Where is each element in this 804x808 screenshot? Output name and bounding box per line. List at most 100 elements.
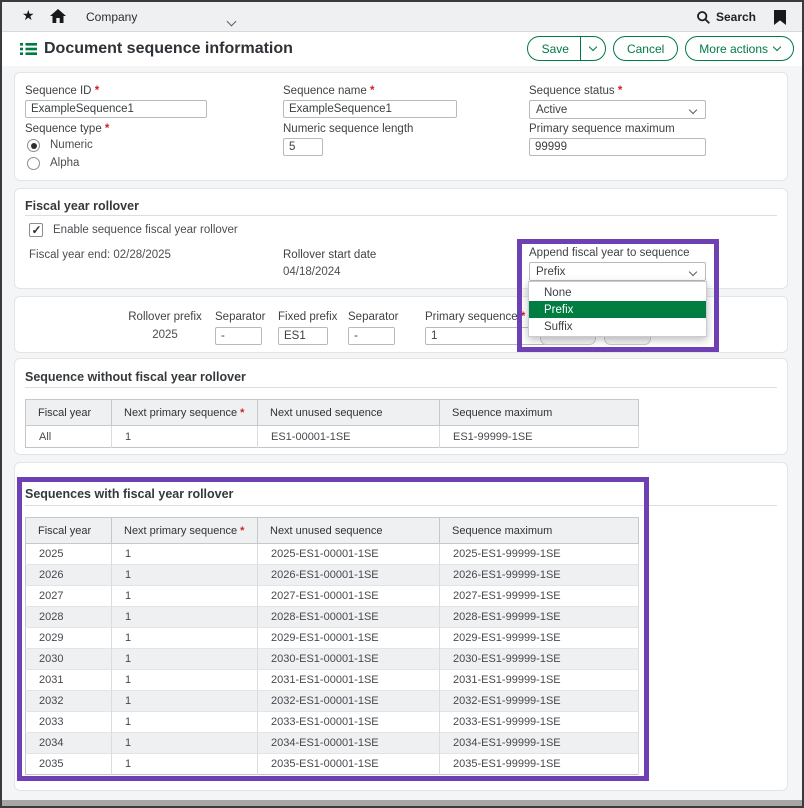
table-cell: 2025 bbox=[26, 544, 112, 565]
table-cell: 1 bbox=[112, 712, 258, 733]
separator2-input[interactable] bbox=[348, 327, 395, 345]
sequence-type-label: Sequence type bbox=[25, 123, 109, 135]
table-cell: 1 bbox=[112, 607, 258, 628]
table-cell: 2028-ES1-99999-1SE bbox=[440, 607, 639, 628]
table-cell: 1 bbox=[112, 733, 258, 754]
table-cell: 2025-ES1-00001-1SE bbox=[258, 544, 440, 565]
sequence-type-alpha-label: Alpha bbox=[50, 157, 79, 169]
enable-rollover-label: Enable sequence fiscal year rollover bbox=[53, 224, 238, 236]
home-icon[interactable] bbox=[50, 9, 66, 24]
append-fiscal-year-label: Append fiscal year to sequence bbox=[529, 247, 689, 259]
cancel-button[interactable]: Cancel bbox=[613, 36, 678, 61]
table-cell: 2030 bbox=[26, 649, 112, 670]
save-button[interactable]: Save bbox=[527, 36, 606, 61]
menu-item-none[interactable]: None bbox=[529, 284, 706, 301]
table-cell: 2030-ES1-99999-1SE bbox=[440, 649, 639, 670]
primary-sequence-maximum-input[interactable] bbox=[529, 138, 706, 156]
sequence-status-chevron-icon bbox=[689, 106, 697, 114]
table-cell: 2029-ES1-00001-1SE bbox=[258, 628, 440, 649]
column-header: Fiscal year bbox=[26, 400, 112, 426]
sequence-id-input[interactable] bbox=[25, 100, 207, 118]
enable-rollover-checkbox[interactable] bbox=[29, 223, 43, 237]
column-header: Next primary sequence * bbox=[112, 400, 258, 426]
table-cell: 2026-ES1-99999-1SE bbox=[440, 565, 639, 586]
table-cell: 2032-ES1-99999-1SE bbox=[440, 691, 639, 712]
separator1-label: Separator bbox=[215, 311, 266, 323]
menu-item-prefix[interactable]: Prefix bbox=[529, 301, 706, 318]
table-cell: 2034-ES1-99999-1SE bbox=[440, 733, 639, 754]
fixed-prefix-input[interactable] bbox=[278, 327, 328, 345]
table-row[interactable]: 202712027-ES1-00001-1SE2027-ES1-99999-1S… bbox=[26, 586, 639, 607]
company-chevron-down-icon[interactable] bbox=[228, 12, 235, 30]
table-cell: 1 bbox=[112, 649, 258, 670]
table-cell: 2028 bbox=[26, 607, 112, 628]
sequence-type-numeric-label: Numeric bbox=[50, 139, 93, 151]
table-cell: 2031-ES1-00001-1SE bbox=[258, 670, 440, 691]
fiscal-year-rollover-card: Fiscal year rollover Enable sequence fis… bbox=[14, 188, 788, 289]
primary-sequence-maximum-label: Primary sequence maximum bbox=[529, 123, 675, 135]
table-cell: 2032-ES1-00001-1SE bbox=[258, 691, 440, 712]
rollover-prefix-label: Rollover prefix bbox=[120, 311, 210, 323]
section-divider bbox=[25, 505, 777, 506]
bookmark-icon[interactable] bbox=[774, 10, 786, 25]
table-row[interactable]: 203012030-ES1-00001-1SE2030-ES1-99999-1S… bbox=[26, 649, 639, 670]
append-fiscal-year-select[interactable]: Prefix bbox=[529, 262, 706, 281]
table-row[interactable]: 202512025-ES1-00001-1SE2025-ES1-99999-1S… bbox=[26, 544, 639, 565]
table-row[interactable]: 202612026-ES1-00001-1SE2026-ES1-99999-1S… bbox=[26, 565, 639, 586]
append-fiscal-year-dropdown-menu: NonePrefixSuffix bbox=[528, 281, 707, 337]
save-dropdown-chevron-icon[interactable] bbox=[581, 37, 605, 60]
table-cell: 1 bbox=[112, 628, 258, 649]
column-header: Sequence maximum bbox=[440, 400, 639, 426]
table-cell: 2035-ES1-99999-1SE bbox=[440, 754, 639, 775]
table-cell: All bbox=[26, 426, 112, 448]
sequence-without-rollover-card: Sequence without fiscal year rollover Fi… bbox=[14, 358, 788, 455]
column-header: Next unused sequence bbox=[258, 518, 440, 544]
more-actions-button[interactable]: More actions bbox=[685, 36, 794, 61]
fixed-prefix-label: Fixed prefix bbox=[278, 311, 337, 323]
sequence-details-card: Sequence ID Sequence name Sequence statu… bbox=[14, 72, 788, 181]
table-row[interactable]: 202812028-ES1-00001-1SE2028-ES1-99999-1S… bbox=[26, 607, 639, 628]
menu-item-suffix[interactable]: Suffix bbox=[529, 318, 706, 335]
rollover-start-date-value: 04/18/2024 bbox=[283, 266, 341, 278]
sequence-type-numeric-radio[interactable] bbox=[27, 139, 40, 152]
table-row[interactable]: 202912029-ES1-00001-1SE2029-ES1-99999-1S… bbox=[26, 628, 639, 649]
rollover-start-date-label: Rollover start date bbox=[283, 249, 376, 261]
save-button-label[interactable]: Save bbox=[528, 37, 581, 60]
table-cell: 1 bbox=[112, 670, 258, 691]
separator2-label: Separator bbox=[348, 311, 399, 323]
table-cell: 1 bbox=[112, 754, 258, 775]
table-row[interactable]: 203412034-ES1-00001-1SE2034-ES1-99999-1S… bbox=[26, 733, 639, 754]
company-selector-label[interactable]: Company bbox=[86, 10, 137, 24]
favorites-star-icon[interactable]: ★ bbox=[22, 7, 35, 24]
search-button[interactable]: Search bbox=[697, 10, 756, 24]
table-cell: 2029-ES1-99999-1SE bbox=[440, 628, 639, 649]
rollover-prefix-value: 2025 bbox=[120, 329, 210, 341]
numeric-sequence-length-input[interactable] bbox=[283, 138, 323, 156]
table-row[interactable]: 203512035-ES1-00001-1SE2035-ES1-99999-1S… bbox=[26, 754, 639, 775]
append-fiscal-year-chevron-icon bbox=[689, 268, 697, 276]
more-actions-label: More actions bbox=[699, 42, 768, 56]
table-cell: 2027-ES1-00001-1SE bbox=[258, 586, 440, 607]
table-row[interactable]: All1ES1-00001-1SEES1-99999-1SE bbox=[26, 426, 639, 448]
sequence-name-input[interactable] bbox=[283, 100, 457, 118]
table-cell: 1 bbox=[112, 565, 258, 586]
table-cell: 1 bbox=[112, 544, 258, 565]
sequence-type-alpha-radio[interactable] bbox=[27, 157, 40, 170]
separator1-input[interactable] bbox=[215, 327, 262, 345]
table-row[interactable]: 203312033-ES1-00001-1SE2033-ES1-99999-1S… bbox=[26, 712, 639, 733]
table-cell: 2034-ES1-00001-1SE bbox=[258, 733, 440, 754]
sequence-status-select[interactable]: Active bbox=[529, 100, 706, 119]
list-icon[interactable] bbox=[20, 42, 37, 56]
table-cell: 2025-ES1-99999-1SE bbox=[440, 544, 639, 565]
search-icon bbox=[697, 11, 710, 24]
section-divider bbox=[25, 387, 777, 388]
table-cell: 2033 bbox=[26, 712, 112, 733]
table-cell: 2035-ES1-00001-1SE bbox=[258, 754, 440, 775]
table-row[interactable]: 203212032-ES1-00001-1SE2032-ES1-99999-1S… bbox=[26, 691, 639, 712]
column-header: Next unused sequence bbox=[258, 400, 440, 426]
table-row[interactable]: 203112031-ES1-00001-1SE2031-ES1-99999-1S… bbox=[26, 670, 639, 691]
fiscal-rollover-section-title: Fiscal year rollover bbox=[25, 199, 139, 213]
sequences-with-rollover-title: Sequences with fiscal year rollover bbox=[25, 487, 233, 501]
sequences-with-rollover-table: Fiscal yearNext primary sequence *Next u… bbox=[25, 517, 639, 775]
bottom-strip bbox=[2, 800, 802, 806]
